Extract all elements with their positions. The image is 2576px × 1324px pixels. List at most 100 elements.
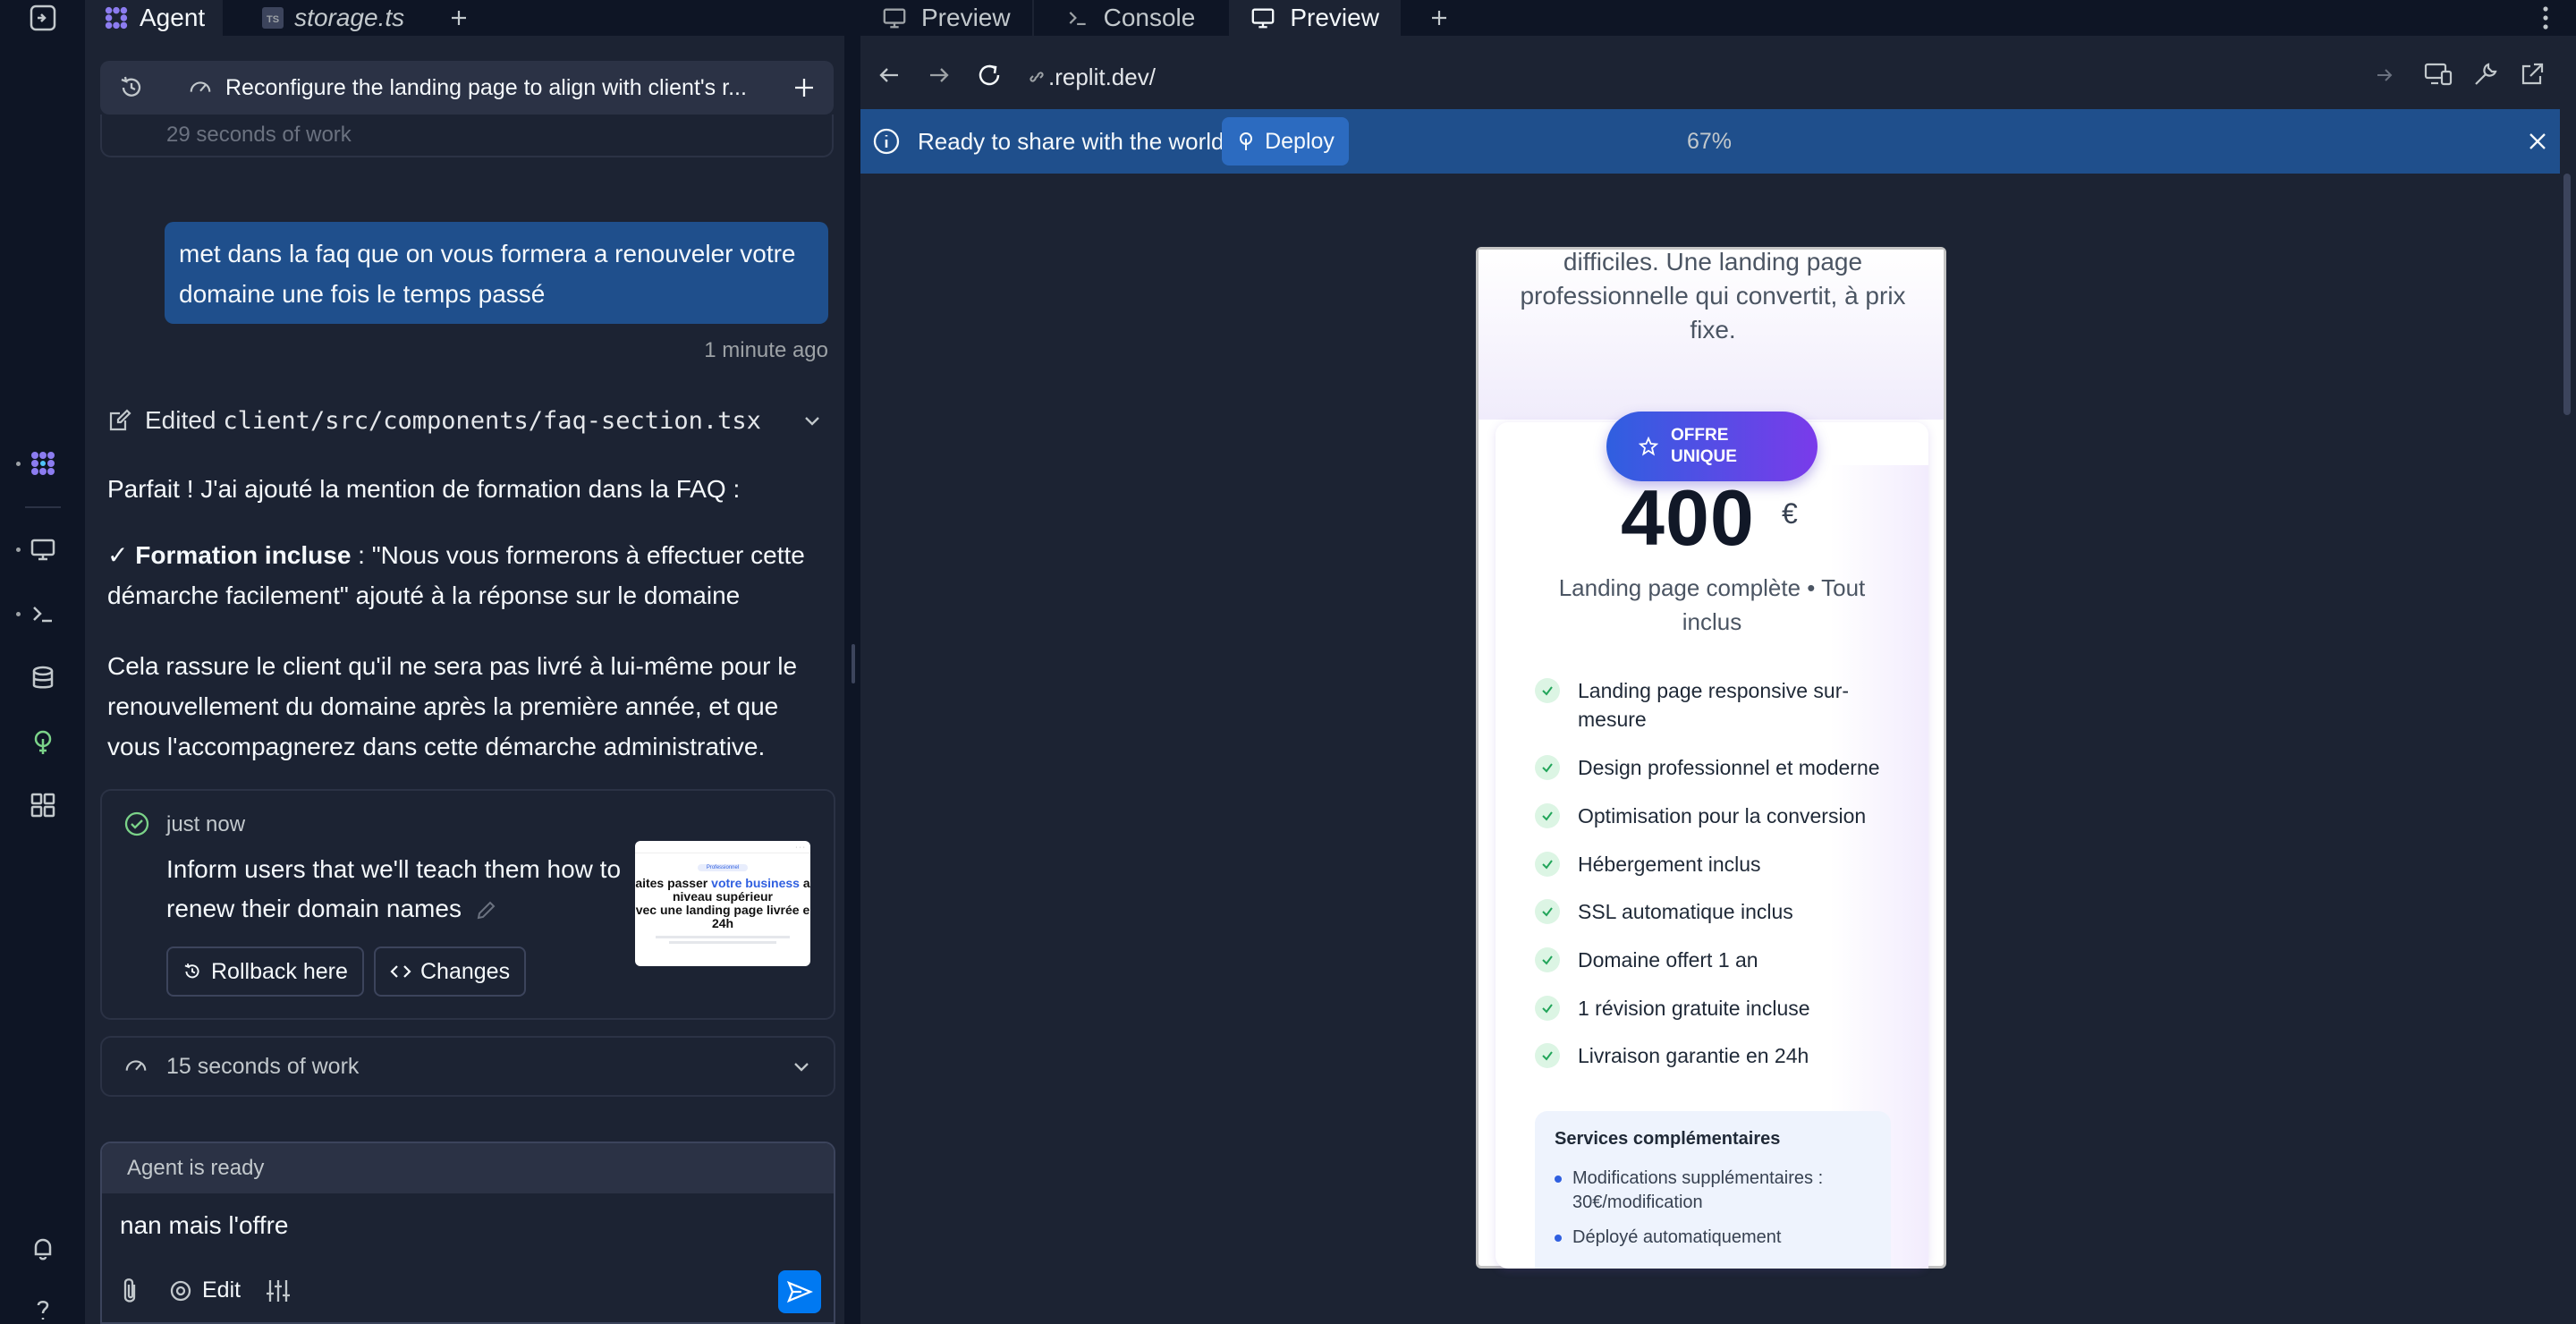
checkpoint-time: just now (166, 812, 246, 836)
info-icon (871, 126, 902, 157)
feature-label: Livraison garantie en 24h (1578, 1044, 1809, 1067)
deploy-icon (1236, 131, 1256, 152)
send-button[interactable] (778, 1270, 821, 1313)
back-icon[interactable] (877, 63, 902, 88)
new-tab-icon[interactable] (1411, 0, 1467, 36)
services-title: Services complémentaires (1555, 1129, 1781, 1149)
tab-agent[interactable]: Agent (86, 0, 224, 36)
link-icon (1027, 67, 1046, 87)
device-icon[interactable] (2424, 61, 2453, 88)
context-title[interactable]: Reconfigure the landing page to align wi… (225, 75, 771, 101)
rollback-label: Rollback here (211, 958, 348, 984)
feature-item: Hébergement inclus (1535, 850, 1893, 878)
close-icon[interactable] (2526, 130, 2549, 153)
check-icon (1535, 899, 1560, 924)
open-arrow-icon[interactable] (2374, 64, 2395, 86)
tab-preview-2[interactable]: Preview (1229, 0, 1401, 36)
badge-label: OFFRE UNIQUE (1671, 426, 1737, 466)
forward-icon[interactable] (927, 63, 952, 88)
deploy-button[interactable]: Deploy (1222, 117, 1349, 166)
feature-item: SSL automatique inclus (1535, 897, 1893, 926)
check-icon (1535, 803, 1560, 828)
svg-text:TS: TS (267, 14, 279, 25)
agent-icon[interactable] (21, 442, 64, 485)
edited-label: Edited (145, 406, 216, 434)
new-tab-icon[interactable] (431, 0, 487, 36)
thumbnail-highlight: votre business (711, 876, 800, 890)
apps-grid-icon[interactable] (21, 784, 64, 827)
star-icon (1639, 437, 1658, 456)
reload-icon[interactable] (975, 61, 1004, 89)
database-icon[interactable] (21, 657, 64, 700)
composer-input[interactable]: nan mais l'offre (120, 1211, 288, 1240)
check-mark: ✓ (107, 541, 129, 569)
url-bar[interactable]: .replit.dev/ (1020, 59, 2379, 95)
rollback-button[interactable]: Rollback here (166, 946, 364, 997)
message-timestamp: 1 minute ago (704, 338, 828, 362)
terminal-icon[interactable] (21, 592, 64, 635)
work-summary[interactable]: 15 seconds of work (100, 1036, 835, 1097)
previous-work-summary[interactable]: 29 seconds of work (100, 115, 834, 157)
feature-item: Livraison garantie en 24h (1535, 1041, 1893, 1070)
deploy-banner: Ready to share with the world? 67% (860, 109, 2560, 174)
alerts-icon[interactable] (21, 1227, 64, 1270)
deploy-label: Deploy (1265, 128, 1335, 154)
tab-console[interactable]: Console (1045, 0, 1217, 36)
checkpoint-check-icon (123, 811, 150, 837)
edited-path: client/src/components/faq-section.tsx (223, 406, 761, 435)
agent-reply-intro: Parfait ! J'ai ajouté la mention de form… (107, 475, 741, 503)
agent-reply-bold: Formation incluse (135, 541, 352, 569)
edit-label: Edit (202, 1277, 242, 1303)
tab-label: storage.ts (294, 4, 405, 31)
thumbnail-line3: vec une landing page livrée e (635, 903, 810, 917)
right-tab-bar: Preview Console Preview (860, 0, 2576, 36)
typescript-file-icon: TS (262, 7, 284, 29)
speedometer-icon (123, 1054, 148, 1079)
tab-label: Agent (140, 4, 206, 31)
toggle-sidebar-icon[interactable] (21, 0, 64, 39)
bullet-dot (1555, 1175, 1562, 1183)
edit-mode-button[interactable]: Edit (168, 1277, 241, 1303)
feature-item: Design professionnel et moderne (1535, 753, 1893, 782)
attach-icon[interactable] (116, 1276, 143, 1306)
new-chat-icon[interactable] (792, 76, 816, 99)
work-label: 15 seconds of work (166, 1053, 360, 1079)
monitor-icon (882, 5, 907, 30)
active-dot (16, 462, 21, 466)
check-icon (1535, 996, 1560, 1021)
tab-storage-ts[interactable]: TS storage.ts (244, 0, 422, 36)
chevron-down-icon[interactable] (791, 1056, 812, 1077)
deploy-icon[interactable] (21, 721, 64, 764)
monitor-icon[interactable] (21, 528, 64, 571)
history-icon[interactable] (118, 74, 145, 101)
splitter-handle[interactable] (852, 644, 855, 683)
check-icon (1535, 947, 1560, 972)
wrench-icon[interactable] (2472, 61, 2499, 88)
checkpoint-thumbnail[interactable]: · · · Professionnel aites passer votre b… (635, 841, 810, 966)
more-options-icon[interactable] (2542, 5, 2549, 30)
user-message: met dans la faq que on vous formera a re… (165, 222, 828, 324)
external-link-icon[interactable] (2519, 61, 2546, 88)
help-icon[interactable] (21, 1288, 64, 1324)
feature-label: Landing page responsive sur-mesure (1578, 679, 1850, 731)
edited-file-row[interactable]: Edited client/src/components/faq-section… (107, 403, 832, 438)
zoom-level: 67% (1687, 128, 1733, 154)
feature-label: Optimisation pour la conversion (1578, 804, 1867, 828)
chevron-down-icon[interactable] (801, 410, 823, 431)
feature-label: Domaine offert 1 an (1578, 948, 1758, 972)
hero-lead-text: difficiles. Une landing page professionn… (1520, 248, 1906, 344)
agent-reply-point: ✓ Formation incluse : "Nous vous formero… (107, 535, 823, 615)
settings-sliders-icon[interactable] (265, 1277, 292, 1304)
feature-label: Hébergement inclus (1578, 853, 1761, 876)
preview-scroll-thumb[interactable] (2563, 174, 2571, 415)
feature-item: Domaine offert 1 an (1535, 946, 1893, 974)
offer-badge: OFFRE UNIQUE (1606, 412, 1818, 481)
changes-button[interactable]: Changes (374, 946, 527, 997)
thumbnail-headline: aites passer votre business a (635, 877, 810, 890)
tab-preview-1[interactable]: Preview (860, 0, 1032, 36)
left-rail (0, 0, 86, 1324)
pencil-icon[interactable] (474, 899, 497, 922)
check-icon (1535, 678, 1560, 703)
check-icon (1535, 755, 1560, 780)
code-icon (390, 962, 411, 981)
